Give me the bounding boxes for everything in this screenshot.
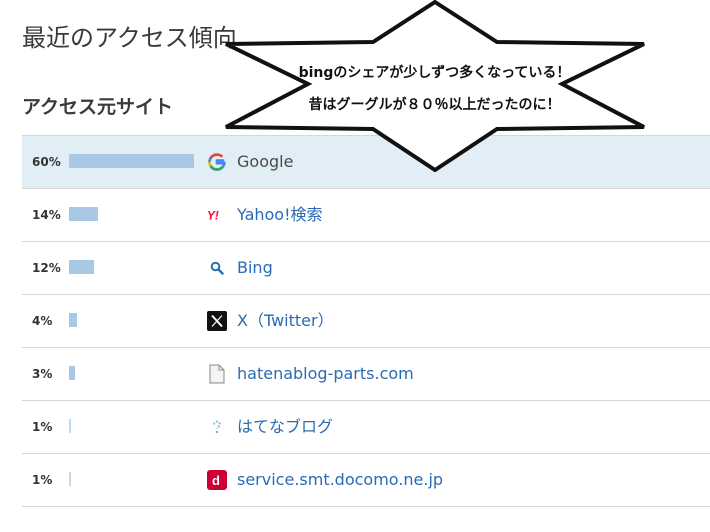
percent-label: 1% xyxy=(32,473,53,487)
table-row: 1% はてなブログ xyxy=(22,401,710,454)
callout-line-2: 昔はグーグルが８０％以上だったのに！ xyxy=(308,97,561,113)
source-link-docomo[interactable]: service.smt.docomo.ne.jp xyxy=(237,454,443,506)
table-row: 3% hatenablog-parts.com xyxy=(22,348,710,401)
page-title: 最近のアクセス傾向 xyxy=(22,24,237,52)
callout-line-1: bingのシェアが少しずつ多くなっている！ xyxy=(298,65,571,81)
share-bar xyxy=(69,419,71,433)
docomo-icon: d xyxy=(207,470,227,490)
source-link-yahoo[interactable]: Yahoo!検索 xyxy=(237,189,323,241)
svg-text:Y!: Y! xyxy=(207,209,219,222)
section-heading: アクセス元サイト xyxy=(22,96,174,118)
source-link-x-twitter[interactable]: X（Twitter） xyxy=(237,295,334,347)
starburst-callout xyxy=(225,0,645,172)
table-row: 1% d service.smt.docomo.ne.jp xyxy=(22,454,710,507)
source-link-hatena-blog[interactable]: はてなブログ xyxy=(237,401,333,453)
x-twitter-icon xyxy=(207,311,227,331)
share-bar xyxy=(69,260,94,274)
percent-label: 12% xyxy=(32,261,61,275)
referrer-table: 60% Google 14% Y! Yahoo!検索 12% Bing 4% X… xyxy=(22,135,710,507)
yahoo-icon: Y! xyxy=(207,205,227,225)
percent-label: 4% xyxy=(32,314,53,328)
bing-search-icon xyxy=(207,258,227,278)
source-link-hatenablog-parts[interactable]: hatenablog-parts.com xyxy=(237,348,414,400)
svg-text:d: d xyxy=(212,473,220,488)
percent-label: 14% xyxy=(32,208,61,222)
table-row: 4% X（Twitter） xyxy=(22,295,710,348)
percent-label: 3% xyxy=(32,367,53,381)
percent-label: 60% xyxy=(32,155,61,169)
share-bar xyxy=(69,472,71,486)
document-icon xyxy=(207,364,227,384)
percent-label: 1% xyxy=(32,420,53,434)
share-bar xyxy=(69,154,194,168)
table-row: 14% Y! Yahoo!検索 xyxy=(22,189,710,242)
hatena-icon xyxy=(207,417,227,437)
share-bar xyxy=(69,313,77,327)
table-row: 12% Bing xyxy=(22,242,710,295)
share-bar xyxy=(69,207,98,221)
share-bar xyxy=(69,366,75,380)
source-link-bing[interactable]: Bing xyxy=(237,242,273,294)
